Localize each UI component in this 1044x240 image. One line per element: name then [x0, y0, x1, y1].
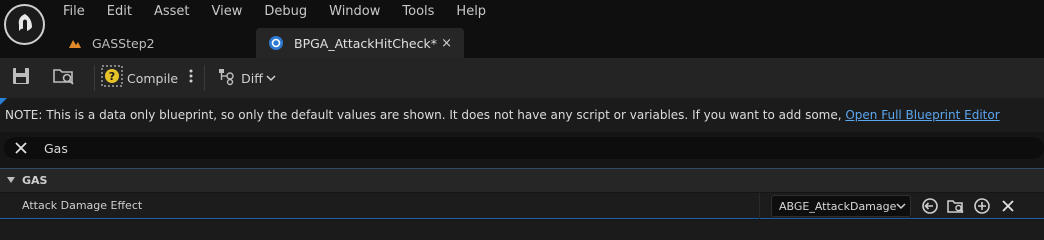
details-panel: GAS Attack Damage Effect ABGE_AttackDama…: [0, 166, 1044, 240]
property-row-attack-damage-effect: Attack Damage Effect ABGE_AttackDamage: [0, 193, 1044, 219]
more-vertical-icon: [188, 68, 194, 88]
property-actions: [917, 196, 1021, 216]
menu-window[interactable]: Window: [318, 0, 391, 24]
browse-button[interactable]: [52, 58, 76, 98]
close-tab-icon[interactable]: ×: [441, 36, 452, 51]
compile-options-button[interactable]: [188, 58, 194, 98]
notice-text: NOTE: This is a data only blueprint, so …: [5, 108, 846, 122]
title-bar: File Edit Asset View Debug Window Tools …: [0, 0, 1044, 58]
tab-gasstep2[interactable]: GASStep2: [52, 28, 256, 58]
browse-asset-icon[interactable]: [943, 196, 969, 216]
collapse-arrow-icon[interactable]: [6, 173, 16, 188]
tab-label: BPGA_AttackHitCheck*: [294, 35, 437, 51]
details-search-box: [4, 137, 1044, 159]
compile-button[interactable]: ? Compile: [101, 58, 178, 98]
blueprint-icon: [268, 35, 284, 51]
chevron-down-icon: [896, 199, 906, 214]
level-icon: [68, 37, 82, 49]
toolbar-divider: [94, 65, 95, 91]
property-name: Attack Damage Effect: [22, 199, 143, 212]
save-icon: [10, 66, 32, 90]
browse-folder-icon: [52, 66, 76, 90]
toolbar: ? Compile Diff: [0, 58, 1044, 98]
class-picker-dropdown[interactable]: ABGE_AttackDamage: [771, 195, 911, 217]
open-full-blueprint-editor-link[interactable]: Open Full Blueprint Editor: [845, 108, 999, 122]
diff-label: Diff: [241, 70, 263, 86]
class-picker-value: ABGE_AttackDamage: [779, 199, 897, 213]
add-icon[interactable]: [969, 196, 995, 216]
menu-help[interactable]: Help: [445, 0, 497, 24]
tab-bpga-attackhitcheck[interactable]: BPGA_AttackHitCheck* ×: [256, 28, 464, 58]
menu-tools[interactable]: Tools: [391, 0, 445, 24]
use-selected-icon[interactable]: [917, 196, 943, 216]
search-input[interactable]: [44, 140, 944, 156]
notice-corner-marker: [0, 98, 7, 105]
menu-debug[interactable]: Debug: [253, 0, 318, 24]
document-tabs: GASStep2 BPGA_AttackHitCheck* ×: [52, 28, 464, 58]
category-gas[interactable]: GAS: [0, 168, 1044, 192]
menu-view[interactable]: View: [201, 0, 254, 24]
panel-empty-area: [0, 220, 1044, 240]
toolbar-divider: [204, 65, 206, 91]
diff-button[interactable]: Diff: [217, 58, 276, 98]
category-label: GAS: [22, 174, 48, 187]
compile-label: Compile: [127, 70, 179, 86]
menu-file[interactable]: File: [52, 0, 96, 24]
clear-icon[interactable]: [995, 196, 1021, 216]
menu-edit[interactable]: Edit: [96, 0, 143, 24]
data-only-notice: NOTE: This is a data only blueprint, so …: [0, 98, 1044, 132]
clear-search-icon[interactable]: [8, 137, 34, 159]
tab-label: GASStep2: [92, 35, 155, 51]
unreal-logo-icon[interactable]: [4, 4, 45, 45]
save-button[interactable]: [10, 58, 32, 98]
chevron-down-icon: [266, 71, 276, 86]
menu-bar: File Edit Asset View Debug Window Tools …: [52, 0, 497, 24]
menu-asset[interactable]: Asset: [143, 0, 201, 24]
svg-text:?: ?: [109, 70, 115, 83]
diff-icon: [217, 66, 237, 90]
column-divider[interactable]: [759, 193, 760, 219]
compile-warning-icon: ?: [101, 65, 123, 91]
